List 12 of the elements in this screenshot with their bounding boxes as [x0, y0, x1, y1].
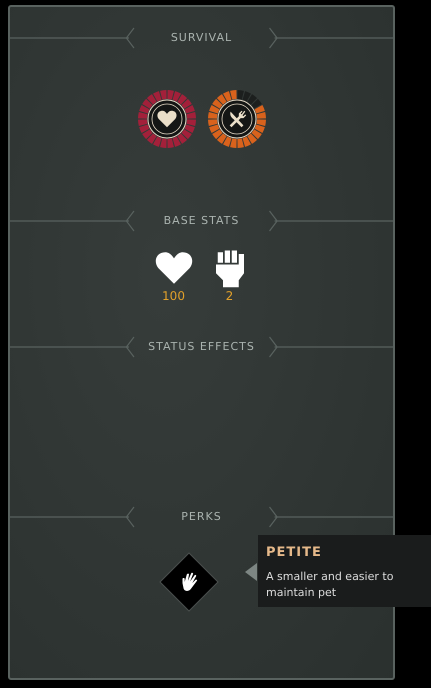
perk-badge[interactable] [159, 552, 219, 612]
stat-value: 100 [162, 289, 185, 303]
section-title: PERKS [180, 508, 223, 525]
tooltip-description: A smaller and easier to maintain pet [266, 568, 394, 600]
section-title: SURVIVAL [170, 30, 234, 46]
tooltip-title: PETITE [266, 544, 323, 562]
heart-icon [156, 110, 176, 128]
tooltip-pointer [245, 563, 257, 581]
food-icon [229, 110, 246, 128]
section-title: BASE STATS [162, 212, 240, 229]
stat-value: 2 [226, 289, 234, 303]
section-title: STATUS EFFECTS [147, 338, 256, 355]
